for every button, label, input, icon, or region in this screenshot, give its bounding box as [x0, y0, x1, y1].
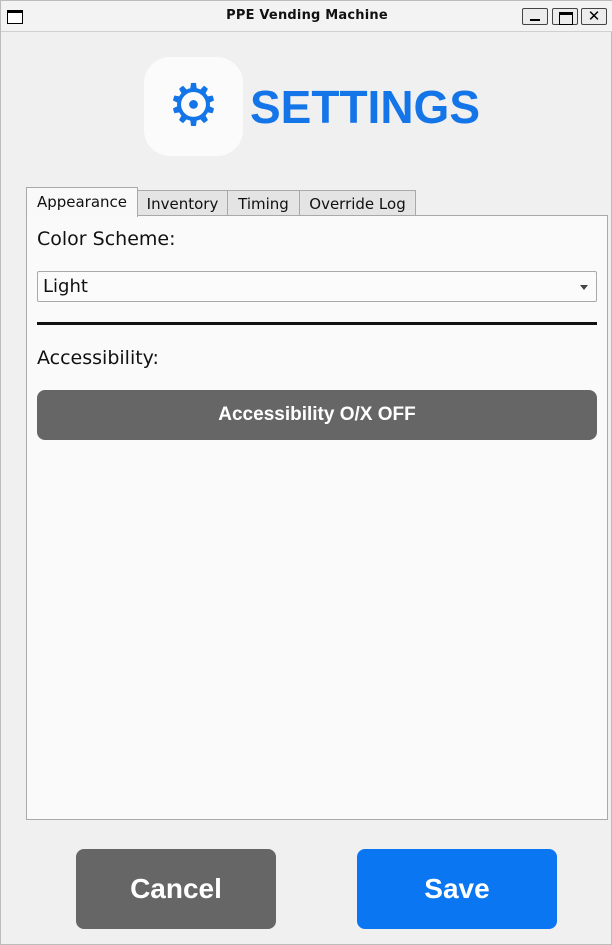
settings-content: ⚙ SETTINGS Appearance Inventory Timing O… [8, 32, 611, 943]
cancel-button[interactable]: Cancel [76, 849, 276, 929]
save-button[interactable]: Save [357, 849, 557, 929]
color-scheme-label: Color Scheme: [37, 228, 176, 250]
tab-inventory[interactable]: Inventory [137, 190, 228, 217]
accessibility-label: Accessibility: [37, 347, 159, 369]
cancel-button-label: Cancel [130, 873, 222, 904]
minimize-button[interactable] [522, 8, 548, 25]
chevron-down-icon [580, 285, 588, 290]
save-button-label: Save [424, 873, 490, 904]
accessibility-toggle-button[interactable]: Accessibility O/X OFF [37, 390, 597, 440]
tab-appearance[interactable]: Appearance [26, 187, 138, 217]
close-icon: ✕ [587, 7, 601, 25]
app-window: PPE Vending Machine ✕ ⚙ SETTINGS Appeara… [0, 0, 612, 945]
maximize-button[interactable] [552, 8, 578, 25]
tab-override-log[interactable]: Override Log [299, 190, 416, 217]
settings-icon-box: ⚙ [144, 57, 243, 156]
color-scheme-select[interactable]: Light [37, 271, 597, 302]
tab-timing[interactable]: Timing [227, 190, 300, 217]
window-title: PPE Vending Machine [226, 8, 388, 23]
color-scheme-value: Light [43, 276, 88, 297]
appearance-panel: Color Scheme: Light Accessibility: Acces… [26, 215, 608, 820]
page-title: SETTINGS [250, 81, 481, 133]
close-button[interactable]: ✕ [581, 7, 607, 25]
title-bar[interactable]: PPE Vending Machine ✕ [1, 1, 612, 32]
divider [37, 322, 597, 325]
accessibility-toggle-label: Accessibility O/X OFF [218, 404, 416, 425]
gear-icon: ⚙ [167, 71, 220, 139]
